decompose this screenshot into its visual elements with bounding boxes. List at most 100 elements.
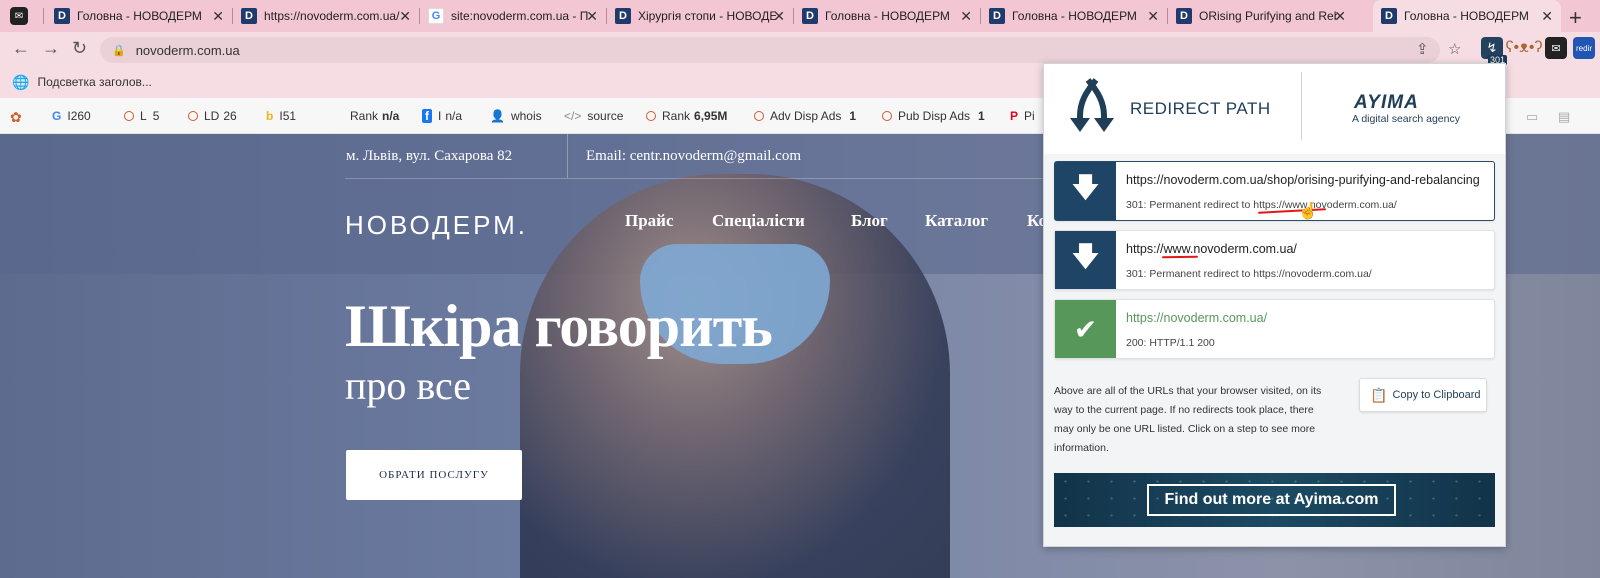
code-icon: </>: [564, 109, 582, 123]
nav-link-specialists[interactable]: Спеціалісти: [712, 211, 805, 231]
seo-pinterest[interactable]: P Pi: [1010, 109, 1035, 123]
tab-title: ORising Purifying and Reb: [1199, 9, 1337, 23]
ayima-tagline: A digital search agency: [1352, 113, 1460, 125]
seo-adv-disp-ads[interactable]: Adv Disp Ads 1: [754, 109, 856, 123]
hop-url: https://novoderm.com.ua/shop/orising-pur…: [1126, 173, 1480, 187]
pinterest-icon: P: [1010, 109, 1019, 123]
hop-status: 301: Permanent redirect to https://novod…: [1126, 268, 1372, 280]
back-arrow-icon[interactable]: ←: [12, 38, 30, 59]
new-tab-button[interactable]: +: [1569, 5, 1582, 31]
find-out-more-button[interactable]: Find out more at Ayima.com: [1147, 484, 1396, 516]
redirect-path-logo-icon: [1070, 78, 1114, 132]
checkmark-icon: ✔: [1055, 300, 1116, 358]
ayima-logo[interactable]: AYIMA: [1354, 92, 1419, 114]
novoderm-favicon-icon: D: [54, 8, 70, 24]
browser-tab[interactable]: D Головна - НОВОДЕРМ ✕: [981, 0, 1167, 32]
hop-url: https://www.novoderm.com.ua/: [1126, 242, 1297, 256]
browser-toolbar: ← → ↻ 🔒 novoderm.com.ua ⇪ ☆ ↯ 301 ʕ•ᴥ•ʔ ✉…: [0, 32, 1600, 66]
clipboard-icon: 📋: [1370, 386, 1388, 403]
close-tab-icon[interactable]: ✕: [212, 8, 224, 25]
hop-status: 200: HTTP/1.1 200: [1126, 337, 1215, 349]
address-text: novoderm.com.ua: [135, 42, 240, 58]
browser-tab[interactable]: D Головна - НОВОДЕРМ ✕: [794, 0, 980, 32]
doctor-photo: [520, 174, 950, 578]
close-tab-icon[interactable]: ✕: [399, 8, 411, 25]
site-email[interactable]: Email: centr.novoderm@gmail.com: [586, 148, 801, 165]
copy-to-clipboard-button[interactable]: 📋 Copy to Clipboard: [1359, 378, 1487, 412]
novoderm-favicon-icon: D: [615, 8, 631, 24]
extensions-menu-icon[interactable]: ✉: [10, 7, 28, 25]
close-tab-icon[interactable]: ✕: [1334, 8, 1346, 25]
seo-bing-index[interactable]: b I 51: [266, 109, 296, 123]
novoderm-favicon-icon: D: [1381, 8, 1397, 24]
ayima-banner[interactable]: Find out more at Ayima.com: [1054, 473, 1495, 527]
address-bar[interactable]: 🔒 novoderm.com.ua: [100, 37, 1440, 63]
browser-tab[interactable]: D Головна - НОВОДЕРМ ✕: [46, 0, 232, 32]
redirect-path-extension-icon[interactable]: ↯ 301: [1481, 37, 1507, 65]
globe-icon: 🌐: [12, 73, 30, 90]
tab-title: Хірургія стопи - НОВОДЕ: [638, 9, 776, 23]
bookmark-item[interactable]: Подсветка заголов...: [37, 75, 151, 89]
browser-tab[interactable]: G site:novoderm.com.ua - П ✕: [420, 0, 606, 32]
seo-links[interactable]: L5: [124, 109, 159, 123]
close-tab-icon[interactable]: ✕: [773, 8, 785, 25]
browser-tab[interactable]: D ORising Purifying and Reb ✕: [1168, 0, 1354, 32]
semrush-icon: [124, 111, 134, 121]
close-tab-icon[interactable]: ✕: [586, 8, 598, 25]
stats-icon[interactable]: ▤: [1558, 109, 1570, 125]
close-tab-icon[interactable]: ✕: [1147, 8, 1159, 25]
nav-link-price[interactable]: Прайс: [625, 211, 674, 231]
redirect-path-popup: REDIRECT PATH AYIMA A digital search age…: [1043, 63, 1506, 547]
popup-title: REDIRECT PATH: [1130, 99, 1271, 118]
bing-icon: b: [266, 109, 274, 123]
redir-extension-icon[interactable]: redir: [1573, 37, 1595, 59]
seo-facebook[interactable]: f In/a: [422, 109, 462, 123]
bookmark-star-icon[interactable]: ☆: [1448, 40, 1461, 58]
down-arrow-icon: 🡇: [1055, 162, 1116, 220]
mail-extension-icon[interactable]: ✉: [1545, 37, 1567, 59]
semrush-icon: [188, 111, 198, 121]
site-address: м. Львів, вул. Сахарова 82: [346, 148, 513, 164]
down-arrow-icon: 🡇: [1055, 231, 1116, 289]
info-text: Above are all of the URLs that your brow…: [1054, 385, 1322, 454]
tab-title: Головна - НОВОДЕРМ: [1404, 9, 1529, 23]
seo-rank[interactable]: Rank n/a: [350, 109, 399, 123]
nav-link-blog[interactable]: Блог: [851, 211, 888, 231]
choose-service-button[interactable]: ОБРАТИ ПОСЛУГУ: [346, 450, 522, 500]
site-logo[interactable]: НОВОДЕРМ.: [345, 210, 528, 241]
tab-title: Головна - НОВОДЕРМ: [1012, 9, 1137, 23]
hero-subtitle: про все: [345, 363, 472, 408]
seo-alexa-rank[interactable]: Rank 6,95M: [646, 109, 727, 123]
tab-title: Головна - НОВОДЕРМ: [77, 9, 202, 23]
seo-source[interactable]: </> source: [564, 109, 623, 123]
semrush-icon: [646, 111, 656, 121]
novoderm-favicon-icon: D: [1176, 8, 1192, 24]
monitor-icon[interactable]: ▭: [1526, 109, 1538, 125]
share-icon[interactable]: ⇪: [1416, 40, 1429, 58]
redirect-hop[interactable]: 🡇 https://www.novoderm.com.ua/ 301: Perm…: [1054, 230, 1495, 290]
semrush-icon: [754, 111, 764, 121]
close-tab-icon[interactable]: ✕: [1541, 8, 1553, 25]
hop-url: https://novoderm.com.ua/: [1126, 311, 1268, 325]
reload-icon[interactable]: ↻: [72, 38, 87, 59]
seo-linking-domains[interactable]: LD 26: [188, 109, 237, 123]
nav-link-catalog[interactable]: Каталог: [925, 211, 988, 231]
bear-extension-icon[interactable]: ʕ•ᴥ•ʔ: [1506, 37, 1543, 59]
browser-tab[interactable]: D https://novoderm.com.ua/ ✕: [233, 0, 419, 32]
seo-pub-disp-ads[interactable]: Pub Disp Ads 1: [882, 109, 985, 123]
hop-status: 301: Permanent redirect to https://www.n…: [1126, 199, 1397, 211]
browser-tab-active[interactable]: D Головна - НОВОДЕРМ ✕: [1373, 0, 1561, 32]
tab-title: Головна - НОВОДЕРМ: [825, 9, 950, 23]
tab-title: site:novoderm.com.ua - П: [451, 9, 589, 23]
novoderm-favicon-icon: D: [241, 8, 257, 24]
semrush-icon: [882, 111, 892, 121]
seoquake-logo-icon[interactable]: ✿: [10, 109, 22, 126]
redirect-hop-final[interactable]: ✔ https://novoderm.com.ua/ 200: HTTP/1.1…: [1054, 299, 1495, 359]
browser-tab[interactable]: D Хірургія стопи - НОВОДЕ ✕: [607, 0, 793, 32]
tab-strip: ✉ D Головна - НОВОДЕРМ ✕ D https://novod…: [0, 0, 1600, 32]
facebook-icon: f: [422, 109, 432, 123]
seo-whois[interactable]: 👤 whois: [490, 109, 542, 123]
seo-google-index[interactable]: G I 260: [52, 109, 91, 123]
forward-arrow-icon[interactable]: →: [42, 38, 60, 59]
close-tab-icon[interactable]: ✕: [960, 8, 972, 25]
